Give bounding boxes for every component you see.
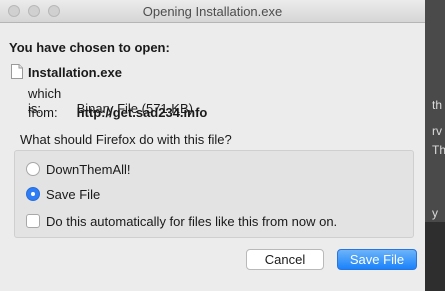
action-question: What should Firefox do with this file?: [20, 132, 232, 147]
window-title: Opening Installation.exe: [142, 4, 283, 19]
radio-save-file[interactable]: [26, 187, 40, 201]
radio-downthemall[interactable]: [26, 162, 40, 176]
file-source-url: http://get.sad234.info: [76, 105, 208, 120]
title-bar[interactable]: Opening Installation.exe: [0, 0, 425, 23]
background-text: y: [432, 206, 438, 220]
open-file-dialog: Opening Installation.exe You have chosen…: [0, 0, 425, 291]
document-icon: [11, 64, 23, 79]
file-name: Installation.exe: [28, 65, 122, 80]
dialog-heading: You have chosen to open:: [9, 40, 170, 55]
auto-action-label: Do this automatically for files like thi…: [46, 214, 338, 229]
file-source-row: from: http://get.sad234.info: [28, 105, 207, 120]
save-file-button[interactable]: Save File: [337, 249, 417, 270]
auto-action-checkbox[interactable]: [26, 214, 40, 228]
option-label: DownThemAll!: [46, 162, 131, 177]
background-text: Th: [432, 143, 445, 157]
from-label: from:: [28, 105, 58, 120]
background-panel: [425, 222, 445, 291]
cancel-button[interactable]: Cancel: [246, 249, 324, 270]
background-text: th: [432, 98, 443, 112]
background-text: rv: [432, 124, 442, 138]
option-label: Save File: [46, 187, 101, 202]
